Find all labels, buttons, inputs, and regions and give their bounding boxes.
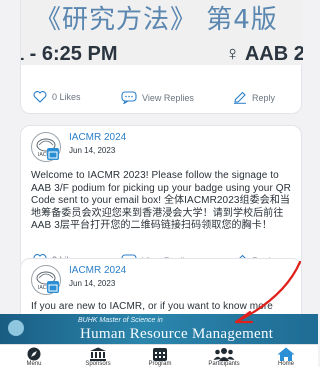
post-card[interactable]: 《研究方法》 第4版 1 - 6:25 PM ♀ AAB 2 0 Likes V… — [20, 0, 303, 114]
post-date: Jun 14, 2023 — [69, 279, 115, 288]
post-date-text: Jun 14, 2023 — [69, 146, 116, 155]
post-body: Welcome to IACMR 2023! Please follow the… — [31, 170, 291, 231]
pencil-icon — [234, 91, 246, 104]
reply-label: Reply — [252, 92, 276, 103]
like-count: 0 Likes — [52, 92, 81, 102]
view-replies-button[interactable]: View Replies — [121, 91, 194, 104]
bottom-tab-bar: Menu Sponsors Program Participants Home — [0, 344, 318, 367]
tab-home[interactable]: Home — [256, 347, 316, 367]
ad-subtitle: BUHK Master of Science in — [78, 317, 163, 324]
people-icon — [213, 348, 235, 361]
heart-icon — [33, 91, 47, 103]
post-date-text: Jun 14, 2023 — [69, 279, 116, 288]
verified-badge-icon — [47, 281, 59, 293]
post-author[interactable]: IACMR 2024 — [69, 132, 126, 143]
bank-icon — [90, 347, 106, 361]
tab-participants[interactable]: Participants — [194, 347, 254, 367]
tab-label: Sponsors — [85, 361, 111, 367]
calendar-icon — [153, 348, 167, 361]
tab-label: Home — [277, 361, 294, 367]
home-icon — [277, 347, 295, 361]
ad-title: Human Resource Management — [80, 326, 274, 342]
post-image-title: 《研究方法》 第4版 — [35, 5, 278, 35]
post-image-location: ♀ AAB 2 — [225, 43, 303, 65]
post-image-time: 1 - 6:25 PM — [21, 43, 118, 65]
post-image[interactable]: 《研究方法》 第4版 1 - 6:25 PM ♀ AAB 2 — [21, 0, 303, 65]
compass-icon — [27, 347, 41, 361]
post-author[interactable]: IACMR 2024 — [69, 265, 126, 276]
tab-label: Program — [148, 361, 172, 367]
chat-bubble-icon — [121, 91, 137, 104]
tab-label: Participants — [208, 361, 240, 367]
verified-badge-icon — [47, 148, 59, 160]
tab-program[interactable]: Program — [130, 347, 190, 367]
tab-menu[interactable]: Menu — [4, 347, 64, 367]
post-actions: 0 Likes View Replies Reply — [21, 88, 303, 108]
like-button[interactable]: 0 Likes — [33, 91, 81, 103]
post-card[interactable]: IACMR IACMR 2024 Jun 14, 2023 Welcome to… — [20, 125, 302, 272]
reply-button[interactable]: Reply — [233, 91, 275, 104]
tab-sponsors[interactable]: Sponsors — [68, 347, 128, 367]
ad-banner[interactable]: BUHK Master of Science in Human Resource… — [0, 314, 318, 344]
view-replies-label: View Replies — [142, 92, 194, 103]
tab-label: Menu — [26, 361, 42, 367]
post-feed[interactable]: 《研究方法》 第4版 1 - 6:25 PM ♀ AAB 2 0 Likes V… — [0, 0, 318, 366]
post-date: Jun 14, 2023 — [69, 146, 115, 155]
university-logo-icon — [8, 320, 24, 336]
